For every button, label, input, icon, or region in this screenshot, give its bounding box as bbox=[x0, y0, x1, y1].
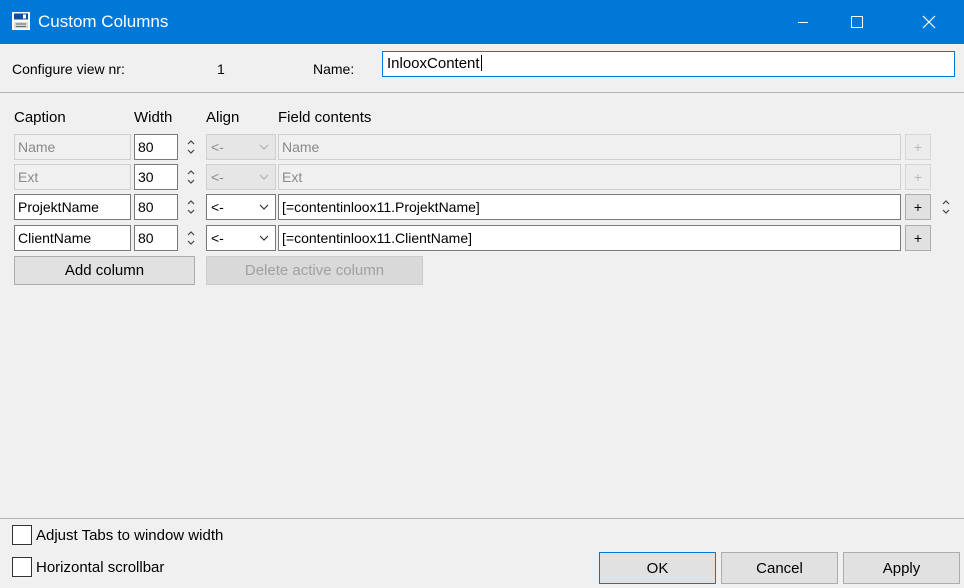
insert-field-button[interactable]: + bbox=[905, 194, 931, 220]
insert-field-button: + bbox=[905, 134, 931, 160]
add-column-button[interactable]: Add column bbox=[14, 256, 195, 285]
view-number-label: Configure view nr: bbox=[12, 61, 125, 77]
spin-arrows-icon bbox=[187, 200, 195, 214]
spin-arrows-icon bbox=[187, 140, 195, 154]
width-spinner[interactable] bbox=[184, 194, 198, 220]
title-bar: Custom Columns bbox=[0, 0, 964, 44]
minimize-button[interactable] bbox=[780, 0, 826, 44]
field-contents-input[interactable]: [=contentinloox11.ProjektName] bbox=[278, 194, 901, 220]
width-input[interactable]: 80 bbox=[134, 134, 178, 160]
insert-field-button[interactable]: + bbox=[905, 225, 931, 251]
maximize-icon bbox=[851, 16, 863, 28]
close-icon bbox=[922, 15, 936, 29]
align-select-value: <- bbox=[211, 169, 224, 185]
field-contents-input[interactable]: [=contentinloox11.ClientName] bbox=[278, 225, 901, 251]
align-select: <- bbox=[206, 134, 276, 160]
width-input[interactable]: 80 bbox=[134, 225, 178, 251]
maximize-button[interactable] bbox=[834, 0, 880, 44]
chevron-down-icon bbox=[256, 195, 272, 219]
field-contents-input: Name bbox=[278, 134, 901, 160]
spin-arrows-icon bbox=[187, 231, 195, 245]
text-caret bbox=[480, 55, 482, 71]
chevron-down-icon bbox=[256, 226, 272, 250]
field-contents-column-header: Field contents bbox=[278, 109, 372, 126]
caption-input[interactable]: ProjektName bbox=[14, 194, 131, 220]
close-button[interactable] bbox=[906, 0, 952, 44]
align-select: <- bbox=[206, 164, 276, 190]
horizontal-scrollbar-label[interactable]: Horizontal scrollbar bbox=[36, 559, 164, 577]
width-column-header: Width bbox=[134, 109, 173, 126]
ok-button[interactable]: OK bbox=[599, 552, 716, 584]
spin-arrows-icon bbox=[942, 200, 950, 214]
insert-field-button: + bbox=[905, 164, 931, 190]
align-select-value: <- bbox=[211, 139, 224, 155]
row-reorder-spinner[interactable] bbox=[939, 194, 953, 220]
horizontal-scrollbar-checkbox[interactable] bbox=[12, 557, 32, 577]
name-input[interactable]: InlooxContent bbox=[382, 51, 955, 77]
spin-arrows-icon bbox=[187, 170, 195, 184]
adjust-tabs-label[interactable]: Adjust Tabs to window width bbox=[36, 527, 223, 545]
chevron-down-icon bbox=[256, 135, 272, 159]
width-spinner[interactable] bbox=[184, 225, 198, 251]
width-spinner[interactable] bbox=[184, 164, 198, 190]
field-contents-input: Ext bbox=[278, 164, 901, 190]
align-select[interactable]: <- bbox=[206, 194, 276, 220]
delete-active-column-button: Delete active column bbox=[206, 256, 423, 285]
align-select[interactable]: <- bbox=[206, 225, 276, 251]
save-icon bbox=[12, 12, 30, 30]
name-label: Name: bbox=[313, 61, 355, 77]
caption-input: Name bbox=[14, 134, 131, 160]
width-spinner[interactable] bbox=[184, 134, 198, 160]
apply-button[interactable]: Apply bbox=[843, 552, 960, 584]
chevron-down-icon bbox=[256, 165, 272, 189]
window-title: Custom Columns bbox=[38, 12, 169, 31]
minimize-icon bbox=[798, 22, 808, 23]
width-input[interactable]: 30 bbox=[134, 164, 178, 190]
name-input-value: InlooxContent bbox=[387, 55, 480, 72]
view-number-value: 1 bbox=[217, 61, 225, 77]
align-select-value: <- bbox=[211, 230, 224, 246]
cancel-button[interactable]: Cancel bbox=[721, 552, 838, 584]
align-column-header: Align bbox=[206, 109, 240, 126]
caption-input: Ext bbox=[14, 164, 131, 190]
width-input[interactable]: 80 bbox=[134, 194, 178, 220]
adjust-tabs-checkbox[interactable] bbox=[12, 525, 32, 545]
caption-column-header: Caption bbox=[14, 109, 66, 126]
align-select-value: <- bbox=[211, 199, 224, 215]
caption-input[interactable]: ClientName bbox=[14, 225, 131, 251]
